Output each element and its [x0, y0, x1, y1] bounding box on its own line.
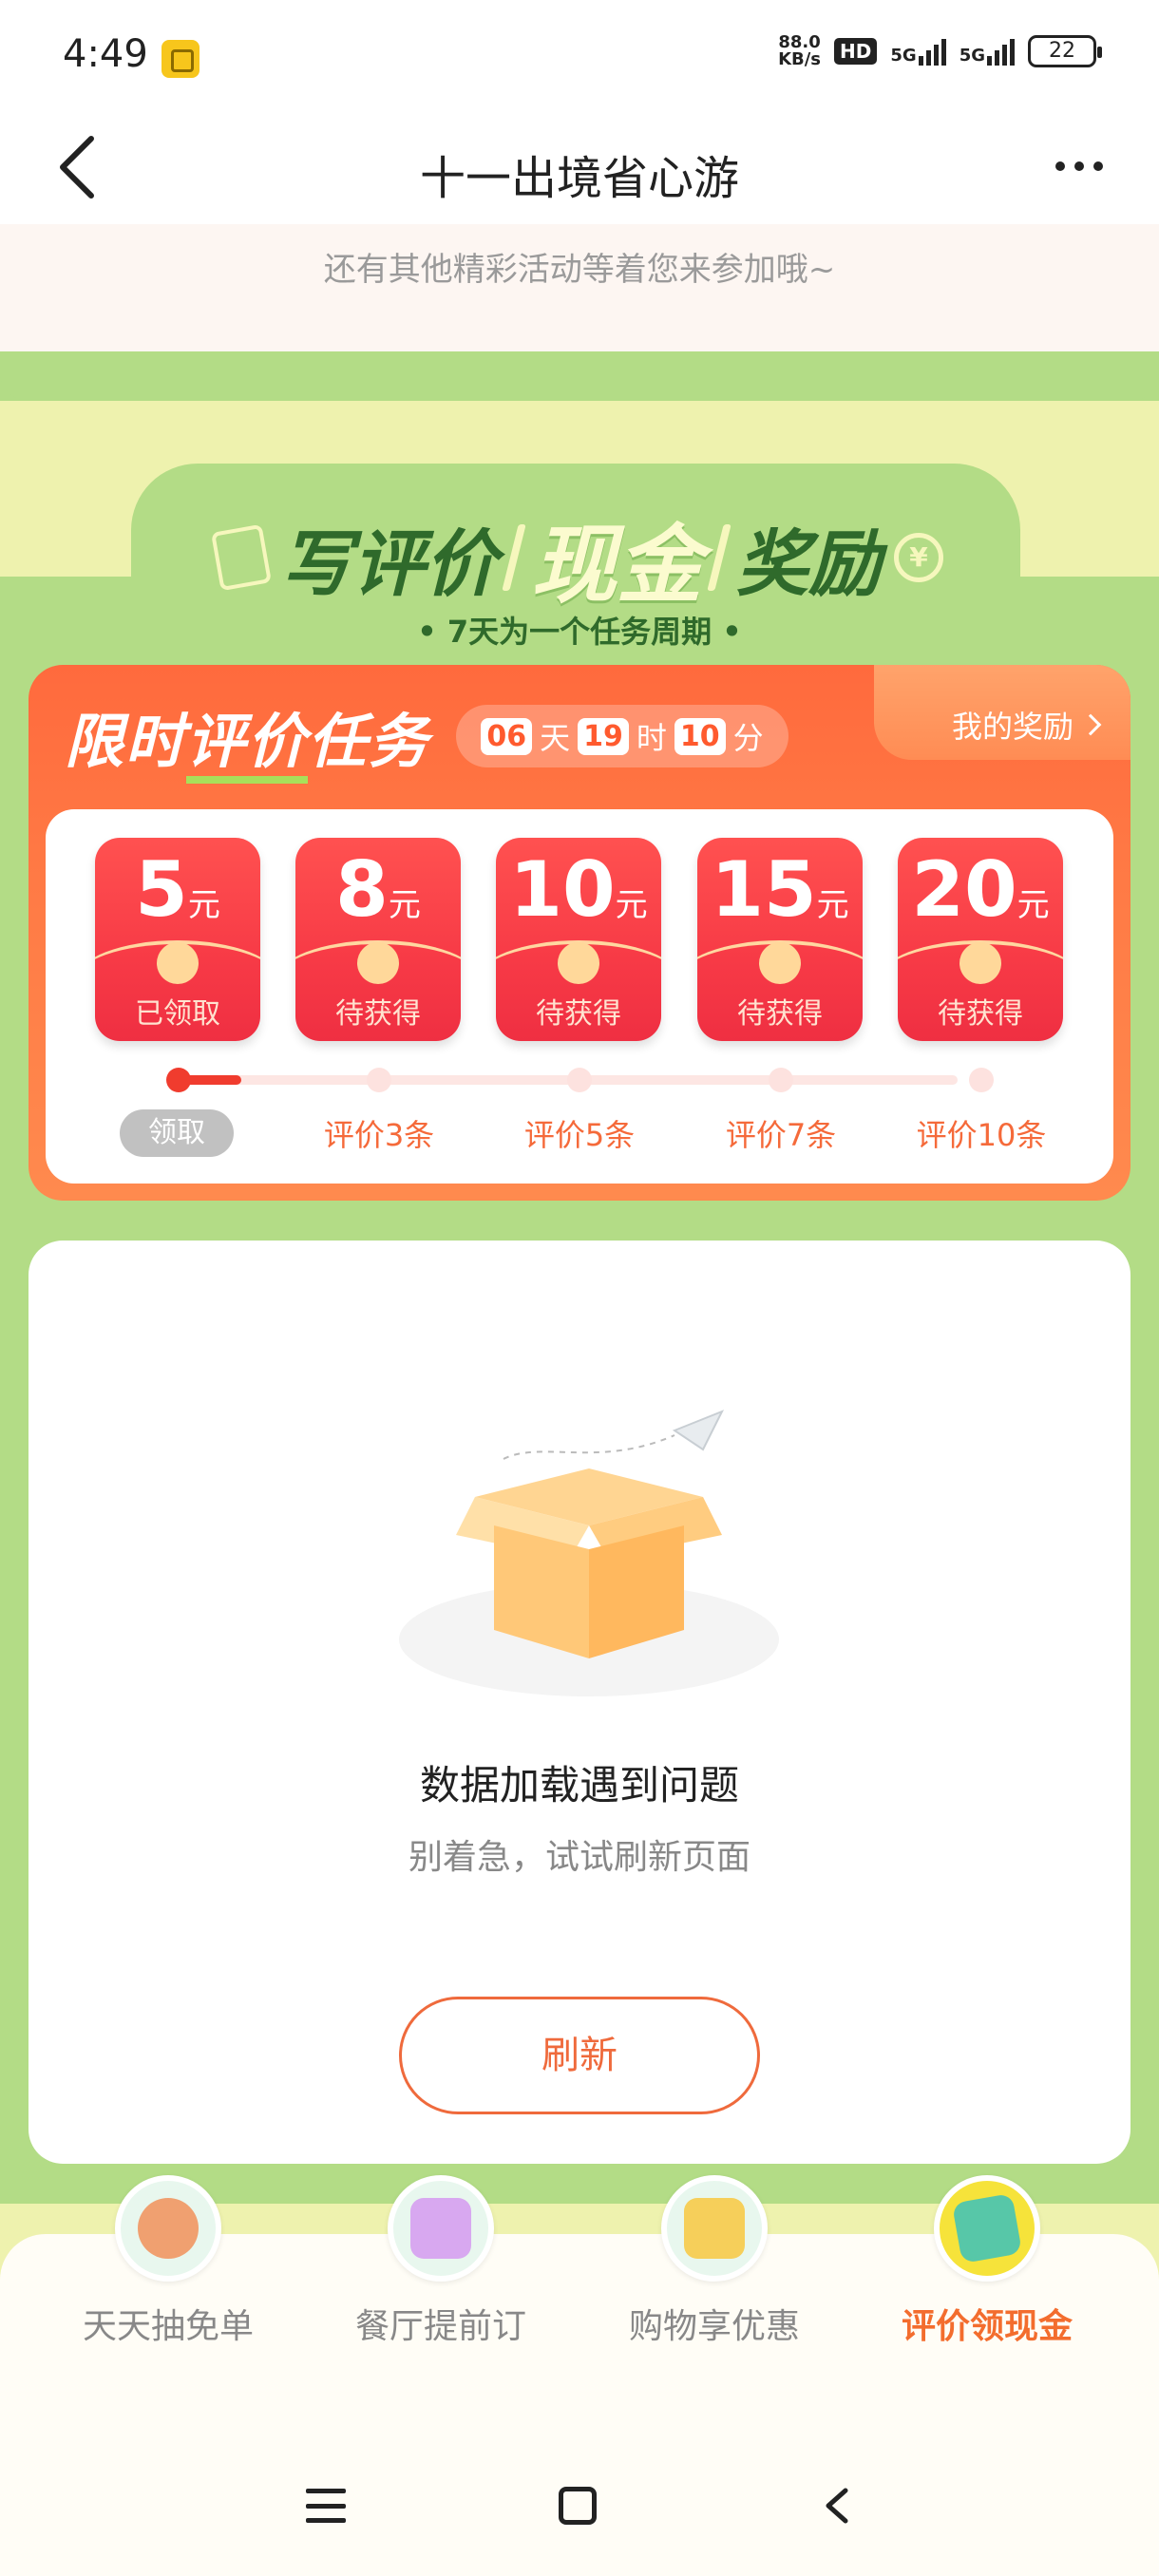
countdown-hours: 19: [578, 717, 629, 755]
network-speed-unit: KB/s: [778, 49, 822, 69]
reward-unit: 元: [816, 886, 849, 924]
home-icon[interactable]: [559, 2487, 597, 2525]
tab-restaurant-booking[interactable]: 餐厅提前订: [308, 2175, 574, 2348]
status-bar: 4:49 88.0 KB/s HD 5G 5G 22: [0, 0, 1159, 114]
sofa-icon: [388, 2175, 494, 2282]
milestone-label: 评价3条: [323, 1117, 435, 1153]
tab-label: 评价领现金: [901, 2307, 1073, 2346]
reward-status: 已领取: [135, 997, 220, 1031]
network-type-2: 5G: [959, 46, 985, 66]
countdown-days-unit: 天: [540, 720, 571, 756]
reward-amount: 8: [335, 845, 389, 934]
progress-dot: [769, 1068, 793, 1092]
countdown-timer: 06 天 19 时 10 分: [456, 705, 788, 767]
progress-dot: [567, 1068, 592, 1092]
progress-dot: [969, 1068, 994, 1092]
limited-task-panel: 我的奖励 限时评价任务 06 天 19 时 10 分 5元 已领取 8元 待获得…: [28, 665, 1130, 1201]
system-navigation: [0, 2441, 1159, 2576]
nav-bar: 十一出境省心游: [0, 114, 1159, 224]
countdown-hours-unit: 时: [636, 720, 667, 756]
progress-dot: [166, 1068, 191, 1092]
network-speed: 88.0 KB/s: [778, 34, 821, 68]
battery-icon: 22: [1028, 35, 1102, 67]
reward-card[interactable]: 8元 待获得: [295, 838, 461, 1041]
reward-amount: 20: [911, 845, 1017, 934]
task-title: 限时评价任务: [65, 693, 430, 784]
hd-badge: HD: [834, 38, 878, 65]
reward-card[interactable]: 5元 已领取: [95, 838, 260, 1041]
tab-review-cash[interactable]: 评价领现金: [854, 2175, 1120, 2348]
divider-strip: [0, 351, 1159, 401]
chevron-right-icon: [1079, 713, 1102, 736]
activity-card: 还有其他精彩活动等着您来参加哦~: [0, 224, 1159, 351]
red-envelope-icon: [211, 523, 272, 592]
reward-unit: 元: [187, 886, 220, 924]
seal-icon: [357, 942, 399, 984]
reward-amount: 10: [509, 845, 616, 934]
task-title-part1: 限时: [65, 707, 187, 776]
my-reward-link[interactable]: 我的奖励: [951, 703, 1102, 747]
error-card: 数据加载遇到问题 别着急，试试刷新页面 刷新: [28, 1241, 1130, 2164]
notepad-icon: [934, 2175, 1040, 2282]
empty-box-icon: [399, 1410, 779, 1696]
tab-label: 天天抽免单: [82, 2307, 254, 2346]
seal-icon: [759, 942, 801, 984]
milestone-label: 评价7条: [725, 1117, 837, 1153]
reward-status: 待获得: [536, 997, 621, 1031]
app-notification-icon: [162, 40, 200, 78]
page-title: 十一出境省心游: [419, 152, 739, 205]
milestone-label: 评价5条: [523, 1117, 636, 1153]
milestone-label: 评价10条: [916, 1117, 1047, 1153]
network-type-1: 5G: [890, 46, 917, 66]
reward-amount: 15: [711, 845, 817, 934]
seal-icon: [157, 942, 199, 984]
reward-card[interactable]: 20元 待获得: [898, 838, 1063, 1041]
reward-unit: 元: [388, 886, 421, 924]
title-right: 奖励: [736, 521, 881, 606]
system-back-icon[interactable]: [819, 2487, 857, 2525]
title-left: 写评价: [280, 521, 497, 606]
reward-status: 待获得: [335, 997, 421, 1031]
tab-label: 餐厅提前订: [354, 2307, 526, 2346]
menu-icon[interactable]: [306, 2489, 346, 2523]
reward-status: 待获得: [737, 997, 823, 1031]
countdown-minutes: 10: [674, 717, 726, 755]
clock: 4:49: [63, 32, 148, 76]
slash-decor: [502, 524, 526, 591]
my-reward-label: 我的奖励: [951, 709, 1074, 745]
reward-card[interactable]: 10元 待获得: [496, 838, 661, 1041]
progress-dot: [367, 1068, 391, 1092]
seal-icon: [558, 942, 599, 984]
tab-shopping-deals[interactable]: 购物享优惠: [581, 2175, 847, 2348]
section-title: 写评价 现金 奖励: [0, 496, 1159, 619]
claim-button[interactable]: 领取: [120, 1109, 234, 1157]
shopping-bag-icon: [661, 2175, 768, 2282]
more-options-icon[interactable]: [1041, 142, 1117, 190]
countdown-minutes-unit: 分: [732, 720, 764, 756]
coin-icon: [894, 533, 943, 582]
tab-label: 购物享优惠: [628, 2307, 800, 2346]
refresh-button[interactable]: 刷新: [399, 1997, 760, 2114]
reward-unit: 元: [1016, 886, 1050, 924]
seal-icon: [960, 942, 1001, 984]
reward-card[interactable]: 15元 待获得: [697, 838, 863, 1041]
reward-amount: 5: [135, 845, 188, 934]
signal-icon: 5G: [890, 37, 946, 66]
activity-hint: 还有其他精彩活动等着您来参加哦~: [323, 251, 836, 289]
task-cycle-subtitle: • 7天为一个任务周期 •: [417, 614, 742, 650]
signal-icon-2: 5G: [960, 37, 1015, 66]
slash-decor: [707, 524, 732, 591]
tab-free-draw[interactable]: 天天抽免单: [35, 2175, 301, 2348]
title-highlight: 现金: [531, 516, 702, 616]
error-subtitle: 别着急，试试刷新页面: [408, 1838, 750, 1877]
status-icons: 88.0 KB/s HD 5G 5G 22: [778, 34, 1102, 68]
task-title-part2: 评价: [186, 707, 309, 784]
countdown-days: 06: [481, 717, 533, 755]
error-title: 数据加载遇到问题: [419, 1762, 739, 1809]
reward-unit: 元: [615, 886, 648, 924]
reward-status: 待获得: [938, 997, 1023, 1031]
task-title-part3: 任务: [308, 707, 430, 776]
bear-icon: [115, 2175, 221, 2282]
reward-list: 5元 已领取 8元 待获得 10元 待获得 15元 待获得 20元 待获得 领取…: [46, 809, 1113, 1184]
